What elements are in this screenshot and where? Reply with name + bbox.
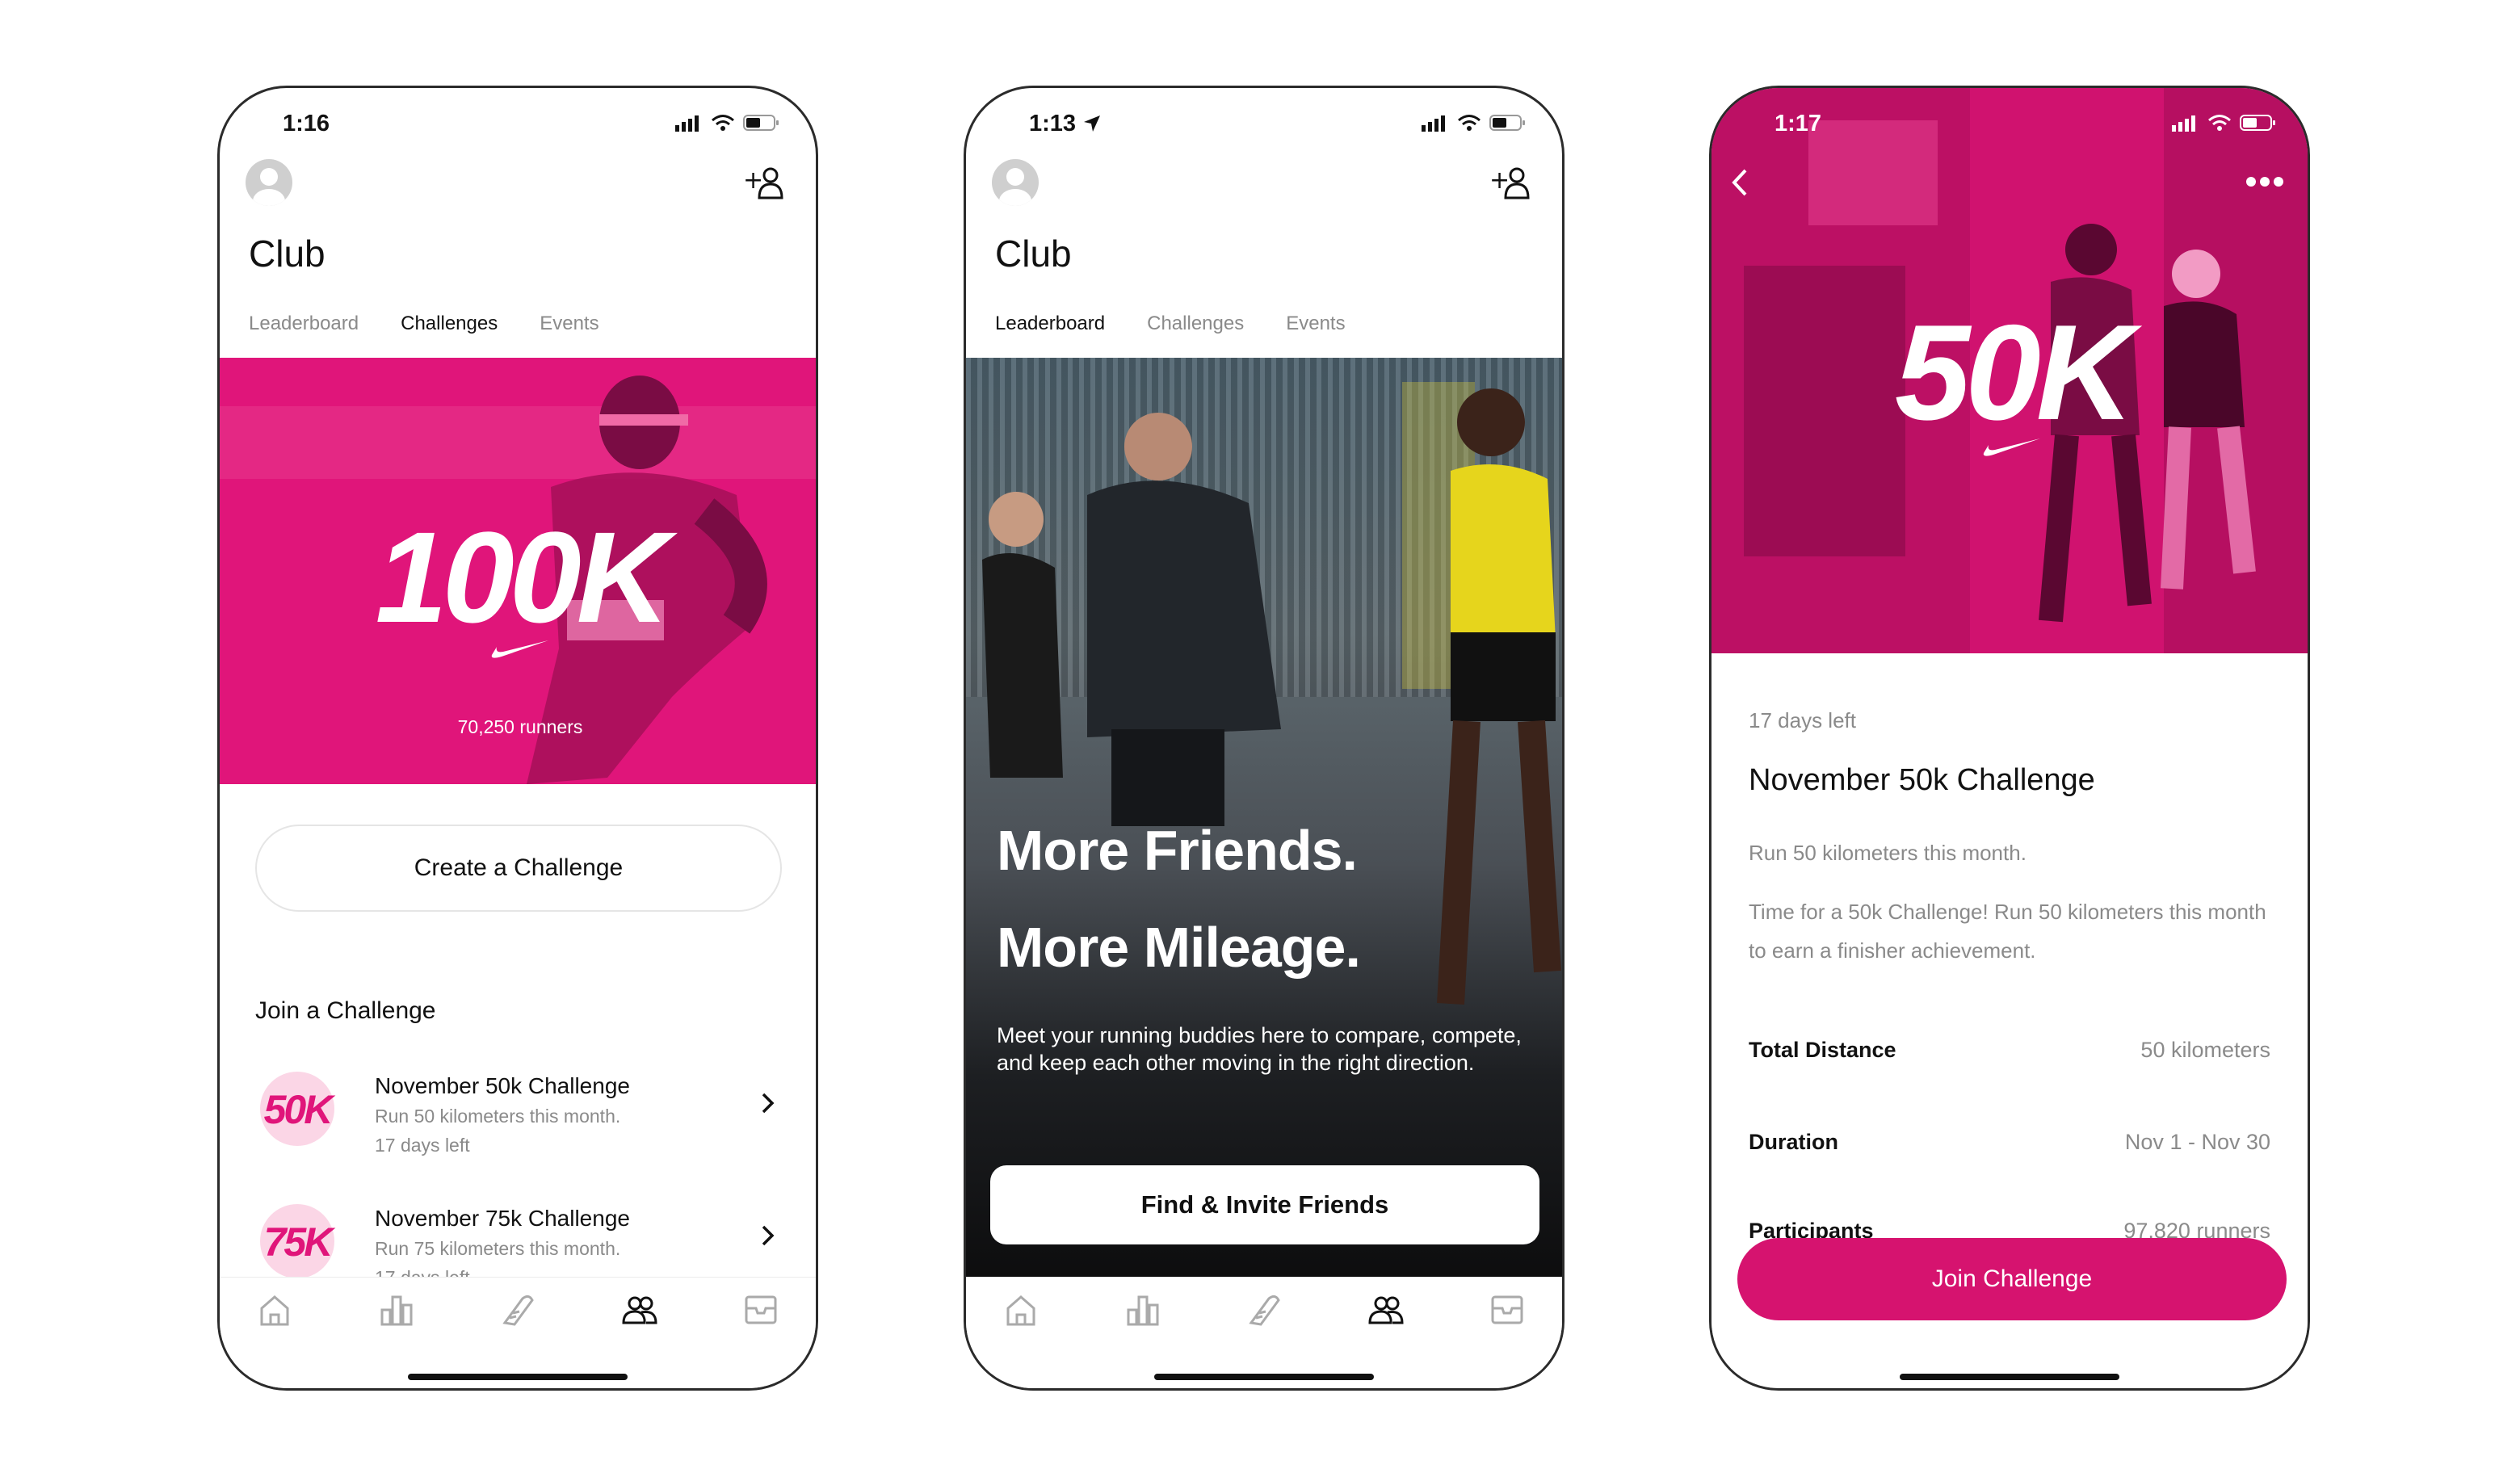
join-challenge-heading: Join a Challenge xyxy=(255,997,436,1024)
tab-challenges[interactable]: Challenges xyxy=(401,313,498,335)
nav-home-icon[interactable] xyxy=(255,1290,294,1329)
tab-events[interactable]: Events xyxy=(1286,313,1345,335)
detail-value: Nov 1 - Nov 30 xyxy=(2124,1130,2270,1154)
battery-icon xyxy=(743,115,779,131)
nav-activity-chart-icon[interactable] xyxy=(1124,1290,1162,1329)
tab-bar: Leaderboard Challenges Events xyxy=(995,313,1346,335)
wifi-icon xyxy=(712,115,734,131)
challenge-days-left: 17 days left xyxy=(375,1135,470,1156)
signal-icon xyxy=(1422,115,1445,132)
detail-value: 50 kilometers xyxy=(2140,1038,2270,1062)
signal-icon xyxy=(2172,115,2195,132)
list-item[interactable]: 50K November 50k Challenge Run 50 kilome… xyxy=(255,1072,783,1185)
nav-club-people-icon[interactable] xyxy=(1367,1290,1405,1329)
friends-promo-hero: More Friends. More Mileage. Meet your ru… xyxy=(966,358,1562,1278)
status-icons xyxy=(1422,114,1527,132)
nav-home-icon[interactable] xyxy=(1002,1290,1040,1329)
signal-icon xyxy=(675,115,699,132)
status-time: 1:13 xyxy=(1029,111,1077,136)
home-indicator[interactable] xyxy=(1900,1374,2119,1380)
challenge-subtitle: Run 50 kilometers this month. xyxy=(1749,841,2026,865)
chevron-right-icon[interactable] xyxy=(759,1223,777,1248)
back-chevron-icon[interactable] xyxy=(1728,166,1752,199)
hero-headline: 100K xyxy=(375,505,670,649)
wifi-icon xyxy=(1458,115,1480,131)
challenge-title: November 50k Challenge xyxy=(1749,763,2095,797)
nav-inbox-icon[interactable] xyxy=(1488,1290,1527,1329)
status-bar: 1:13 xyxy=(966,107,1562,143)
more-dots-icon[interactable] xyxy=(2245,175,2285,188)
challenge-name: November 75k Challenge xyxy=(375,1206,630,1231)
promo-headline-2: More Mileage. xyxy=(997,916,1361,979)
page-title: Club xyxy=(995,233,1072,275)
detail-row-duration: Duration Nov 1 - Nov 30 xyxy=(1749,1130,2270,1162)
challenge-hero-banner[interactable]: 100K 70,250 runners xyxy=(220,358,816,784)
nav-running-shoe-icon[interactable] xyxy=(498,1290,537,1329)
nav-club-people-icon[interactable] xyxy=(620,1290,659,1329)
nav-inbox-icon[interactable] xyxy=(741,1290,780,1329)
phone-challenge-detail: 1:17 50K 17 days left November 50k Chall… xyxy=(1709,86,2310,1391)
tab-challenges[interactable]: Challenges xyxy=(1147,313,1244,335)
avatar[interactable] xyxy=(246,159,292,206)
days-left: 17 days left xyxy=(1749,708,1856,732)
tab-leaderboard[interactable]: Leaderboard xyxy=(995,313,1105,335)
status-icons xyxy=(675,114,780,132)
detail-key: Total Distance xyxy=(1749,1038,1896,1062)
nike-swoosh-icon xyxy=(1983,439,2040,456)
create-challenge-button[interactable]: Create a Challenge xyxy=(255,825,782,912)
challenge-name: November 50k Challenge xyxy=(375,1073,630,1098)
runners-count: 70,250 runners xyxy=(457,716,583,737)
challenge-badge-icon: 75K xyxy=(260,1204,334,1278)
challenge-hero: 1:17 50K xyxy=(1712,88,2308,653)
chevron-right-icon[interactable] xyxy=(759,1091,777,1115)
detail-row-distance: Total Distance 50 kilometers xyxy=(1749,1038,2270,1070)
status-time: 1:16 xyxy=(283,111,330,136)
promo-headline-1: More Friends. xyxy=(997,819,1358,882)
find-invite-friends-button[interactable]: Find & Invite Friends xyxy=(990,1165,1539,1244)
add-friend-icon[interactable]: + xyxy=(1489,164,1531,201)
battery-icon xyxy=(1489,115,1525,131)
avatar[interactable] xyxy=(992,159,1039,206)
challenge-badge-icon: 50K xyxy=(260,1072,334,1146)
challenge-desc: Run 50 kilometers this month. xyxy=(375,1106,621,1127)
hero-headline: 50K xyxy=(1894,296,2134,448)
challenge-description: Time for a 50k Challenge! Run 50 kilomet… xyxy=(1749,900,2266,963)
tab-leaderboard[interactable]: Leaderboard xyxy=(249,313,359,335)
add-friend-icon[interactable]: + xyxy=(743,164,785,201)
nav-activity-chart-icon[interactable] xyxy=(377,1290,416,1329)
page-title: Club xyxy=(249,233,326,275)
location-arrow-icon xyxy=(1084,115,1100,132)
promo-description: Meet your running buddies here to compar… xyxy=(997,1023,1522,1075)
phone-club-leaderboard: 1:13 + Club Leaderboard Challenges Event… xyxy=(964,86,1564,1391)
wifi-icon xyxy=(2208,115,2231,131)
challenge-desc: Run 75 kilometers this month. xyxy=(375,1238,621,1259)
nike-swoosh-icon xyxy=(491,640,548,658)
status-bar: 1:16 xyxy=(220,107,816,143)
battery-icon xyxy=(2240,115,2275,131)
home-indicator[interactable] xyxy=(1154,1374,1374,1380)
join-challenge-button[interactable]: Join Challenge xyxy=(1737,1238,2287,1320)
phone-club-challenges: 1:16 + Club Leaderboard Challenges Event… xyxy=(217,86,818,1391)
home-indicator[interactable] xyxy=(408,1374,628,1380)
status-bar: 1:17 xyxy=(1712,107,2308,143)
tab-events[interactable]: Events xyxy=(540,313,598,335)
nav-running-shoe-icon[interactable] xyxy=(1245,1290,1283,1329)
status-time: 1:17 xyxy=(1774,111,1822,136)
status-icons xyxy=(2172,114,2277,132)
detail-key: Duration xyxy=(1749,1130,1838,1154)
tab-bar: Leaderboard Challenges Events xyxy=(249,313,599,335)
